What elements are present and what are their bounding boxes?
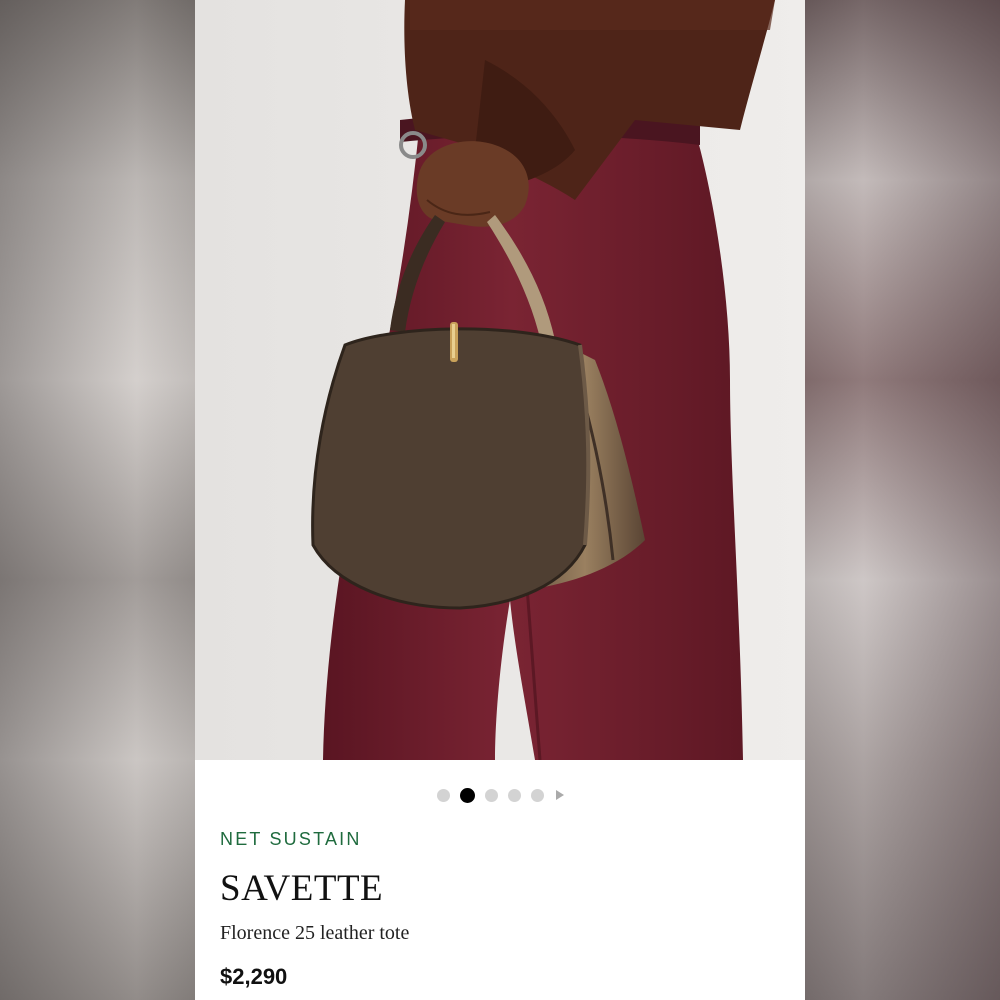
image-pagination — [195, 787, 805, 803]
product-name: Florence 25 leather tote — [220, 922, 410, 944]
blurred-background-right — [805, 0, 1000, 1000]
product-card: NET SUSTAIN SAVETTE Florence 25 leather … — [195, 0, 805, 1000]
product-image[interactable] — [195, 0, 805, 760]
pagination-dot-2-active[interactable] — [459, 787, 475, 803]
product-info: NET SUSTAIN SAVETTE Florence 25 leather … — [220, 828, 780, 991]
blurred-background-left — [0, 0, 195, 1000]
pagination-dot-4[interactable] — [507, 788, 521, 802]
pagination-dot-5[interactable] — [530, 788, 544, 802]
product-photo-illustration — [195, 0, 805, 760]
brand-name[interactable]: SAVETTE — [220, 868, 780, 910]
product-price: $2,290 — [220, 964, 288, 989]
pagination-dot-1[interactable] — [436, 788, 450, 802]
sustainability-label[interactable]: NET SUSTAIN — [220, 828, 780, 850]
next-arrow-icon[interactable] — [555, 790, 564, 800]
pagination-dot-3[interactable] — [484, 788, 498, 802]
